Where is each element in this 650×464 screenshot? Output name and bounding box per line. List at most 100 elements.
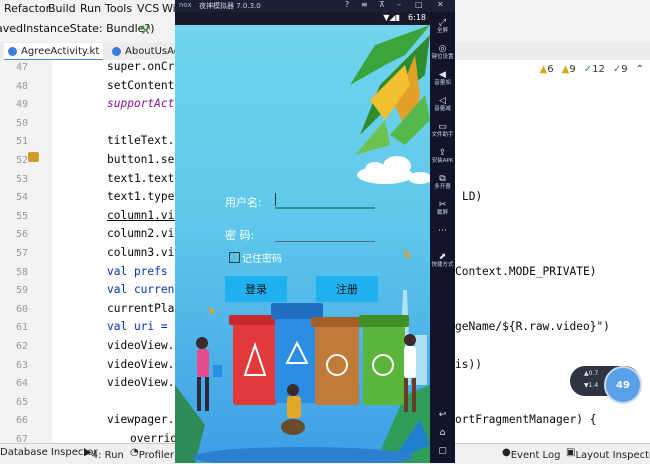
brown-bin-icon — [311, 317, 363, 405]
code-line-tail: geName/${R.raw.video}") — [455, 320, 610, 334]
code-line: column3.vis — [107, 246, 182, 259]
info-count: ✓9 — [612, 64, 628, 75]
maximize-icon[interactable]: □ — [415, 0, 423, 9]
tool-label: 截屏 — [436, 210, 448, 216]
tool-label: 多开器 — [434, 184, 451, 190]
tab-about-us-activity[interactable]: AboutUsAc — [108, 43, 183, 59]
line-number: 50 — [15, 117, 28, 129]
profiler-button[interactable]: ◔ Profiler — [130, 447, 174, 461]
cloud-icon — [357, 156, 430, 184]
remember-password-checkbox[interactable] — [229, 252, 240, 263]
home-icon[interactable]: ⌂ — [430, 428, 455, 438]
line-number: 57 — [15, 248, 28, 259]
red-bin-icon — [229, 315, 281, 405]
code-line: super.onCre — [107, 60, 182, 73]
nox-logo: nox — [179, 1, 192, 9]
help-icon[interactable]: ? — [345, 0, 349, 9]
code-line-tail: ortFragmentManager) { — [455, 413, 597, 427]
volume-up-tool[interactable]: ◀ 音量加 — [430, 70, 455, 87]
line-number: 54 — [15, 192, 28, 204]
screenshot-tool[interactable]: ✂ 截屏 — [430, 200, 455, 217]
more-icon: ⋯ — [438, 226, 447, 236]
fullscreen-icon: ⤢ — [438, 18, 447, 28]
file-assistant-tool[interactable]: ▭ 文件助手 — [430, 122, 455, 139]
menu-build[interactable]: Build — [48, 2, 76, 15]
shortcut-tool[interactable]: ⬈ 快捷方式 — [430, 252, 455, 269]
chevron-up-icon[interactable]: ⌃ — [636, 64, 644, 75]
code-line: val prefs = — [107, 264, 182, 278]
minimize-icon[interactable]: – — [397, 0, 401, 9]
app-screen: 用户名: 密 码: 记住密码 登录 注册 — [175, 25, 430, 463]
menu-icon[interactable]: ≡ — [361, 0, 368, 9]
menu-vcs[interactable]: VCS — [137, 2, 159, 15]
tool-label: 文件助手 — [431, 132, 454, 138]
signal-icon: ▼◢▮ — [383, 13, 400, 22]
line-number: 58 — [15, 266, 28, 278]
volume-up-icon: ◀ — [439, 70, 446, 80]
volume-down-tool[interactable]: ◁ 音量减 — [430, 96, 455, 113]
code-line: button1.set — [107, 153, 182, 166]
volume-down-icon: ◁ — [439, 96, 446, 106]
line-number: 60 — [15, 303, 28, 315]
tab-agree-activity[interactable]: AgreeActivity.kt — [4, 43, 104, 61]
inspection-widget[interactable]: ▲6 ▲9 ✓12 ✓9 ⌃ — [540, 64, 644, 75]
remember-password-label[interactable]: 记住密码 — [242, 250, 282, 265]
back-icon[interactable]: ↩ — [430, 410, 455, 420]
location-tool[interactable]: ◎ 键位设置 — [430, 44, 455, 61]
install-apk-tool[interactable]: ⇪ 安装APK — [430, 148, 455, 165]
layout-inspector-button[interactable]: ▣ Layout Inspector — [566, 447, 650, 461]
kotlin-file-icon — [112, 46, 121, 56]
tab-label: AgreeActivity.kt — [21, 45, 100, 57]
username-label: 用户名: — [225, 196, 262, 209]
memory-usage-badge[interactable]: 49 — [604, 366, 642, 404]
register-button[interactable]: 注册 — [316, 276, 378, 302]
info-icon: ✓ — [612, 64, 622, 75]
hammer-icon[interactable]: ⚒ — [140, 23, 151, 37]
line-number: 61 — [15, 322, 28, 334]
line-number: 49 — [15, 99, 28, 111]
override-marker-icon[interactable] — [28, 152, 39, 162]
line-number: 63 — [15, 359, 28, 371]
breadcrumb[interactable]: avedInstanceState: Bundle?) — [0, 22, 155, 35]
multi-instance-tool[interactable]: ⧉ 多开器 — [430, 174, 455, 191]
pin-icon[interactable]: ⊼ — [379, 0, 385, 9]
code-line: setContentV — [107, 78, 182, 92]
menu-window[interactable]: Wi — [162, 2, 176, 15]
multi-instance-icon: ⧉ — [439, 174, 446, 184]
tab-label: AboutUsAc — [125, 45, 180, 57]
username-input[interactable] — [275, 207, 375, 209]
event-log-button[interactable]: ● Event Log — [502, 447, 560, 461]
line-number: 56 — [15, 229, 28, 241]
menu-tools[interactable]: Tools — [105, 2, 132, 15]
close-icon[interactable]: ✕ — [437, 0, 444, 9]
tool-label: 音量减 — [434, 106, 451, 112]
fullscreen-tool[interactable]: ⤢ 全屏 — [430, 18, 455, 35]
more-tool[interactable]: ⋯ — [430, 226, 455, 236]
emulator-title: 夜神模拟器 7.0.3.0 — [199, 2, 261, 10]
emulator-sidebar: ⤢ 全屏 ◎ 键位设置 ◀ 音量加 ◁ 音量减 ▭ 文件助手 ⇪ 安装APK ⧉ 多开器 ✂ 截屏 ⋯ ⬈ 快捷方式… — [430, 12, 455, 463]
code-line: videoView.r — [107, 376, 182, 390]
download-speed: ▼ 1.4 — [584, 382, 599, 389]
kotlin-file-icon — [8, 46, 17, 56]
person-left-icon — [196, 337, 222, 411]
shortcut-icon: ⬈ — [438, 252, 447, 262]
line-number: 64 — [15, 378, 28, 390]
run-tool-button[interactable]: ▶ 4: Run — [84, 447, 124, 461]
code-line: column1.vis — [107, 208, 182, 222]
code-line: viewpager.a — [107, 413, 182, 427]
code-line-tail: is)) — [455, 357, 482, 371]
file-assistant-icon: ▭ — [438, 122, 447, 132]
recent-apps-icon[interactable]: ▢ — [430, 446, 455, 456]
line-number: 65 — [15, 396, 28, 408]
menu-run[interactable]: Run — [80, 2, 101, 15]
password-input[interactable] — [275, 241, 375, 242]
code-line: val current — [107, 283, 182, 297]
tool-label: 快捷方式 — [431, 262, 454, 268]
line-number: 62 — [15, 341, 28, 352]
code-line: videoView.s — [107, 339, 182, 352]
menu-refactor[interactable]: Refactor — [4, 2, 50, 15]
palm-leaves-icon — [350, 25, 430, 155]
typo-icon: ✓ — [583, 64, 593, 75]
login-button[interactable]: 登录 — [225, 276, 287, 302]
database-inspector-button[interactable]: Database Inspector — [0, 447, 98, 458]
